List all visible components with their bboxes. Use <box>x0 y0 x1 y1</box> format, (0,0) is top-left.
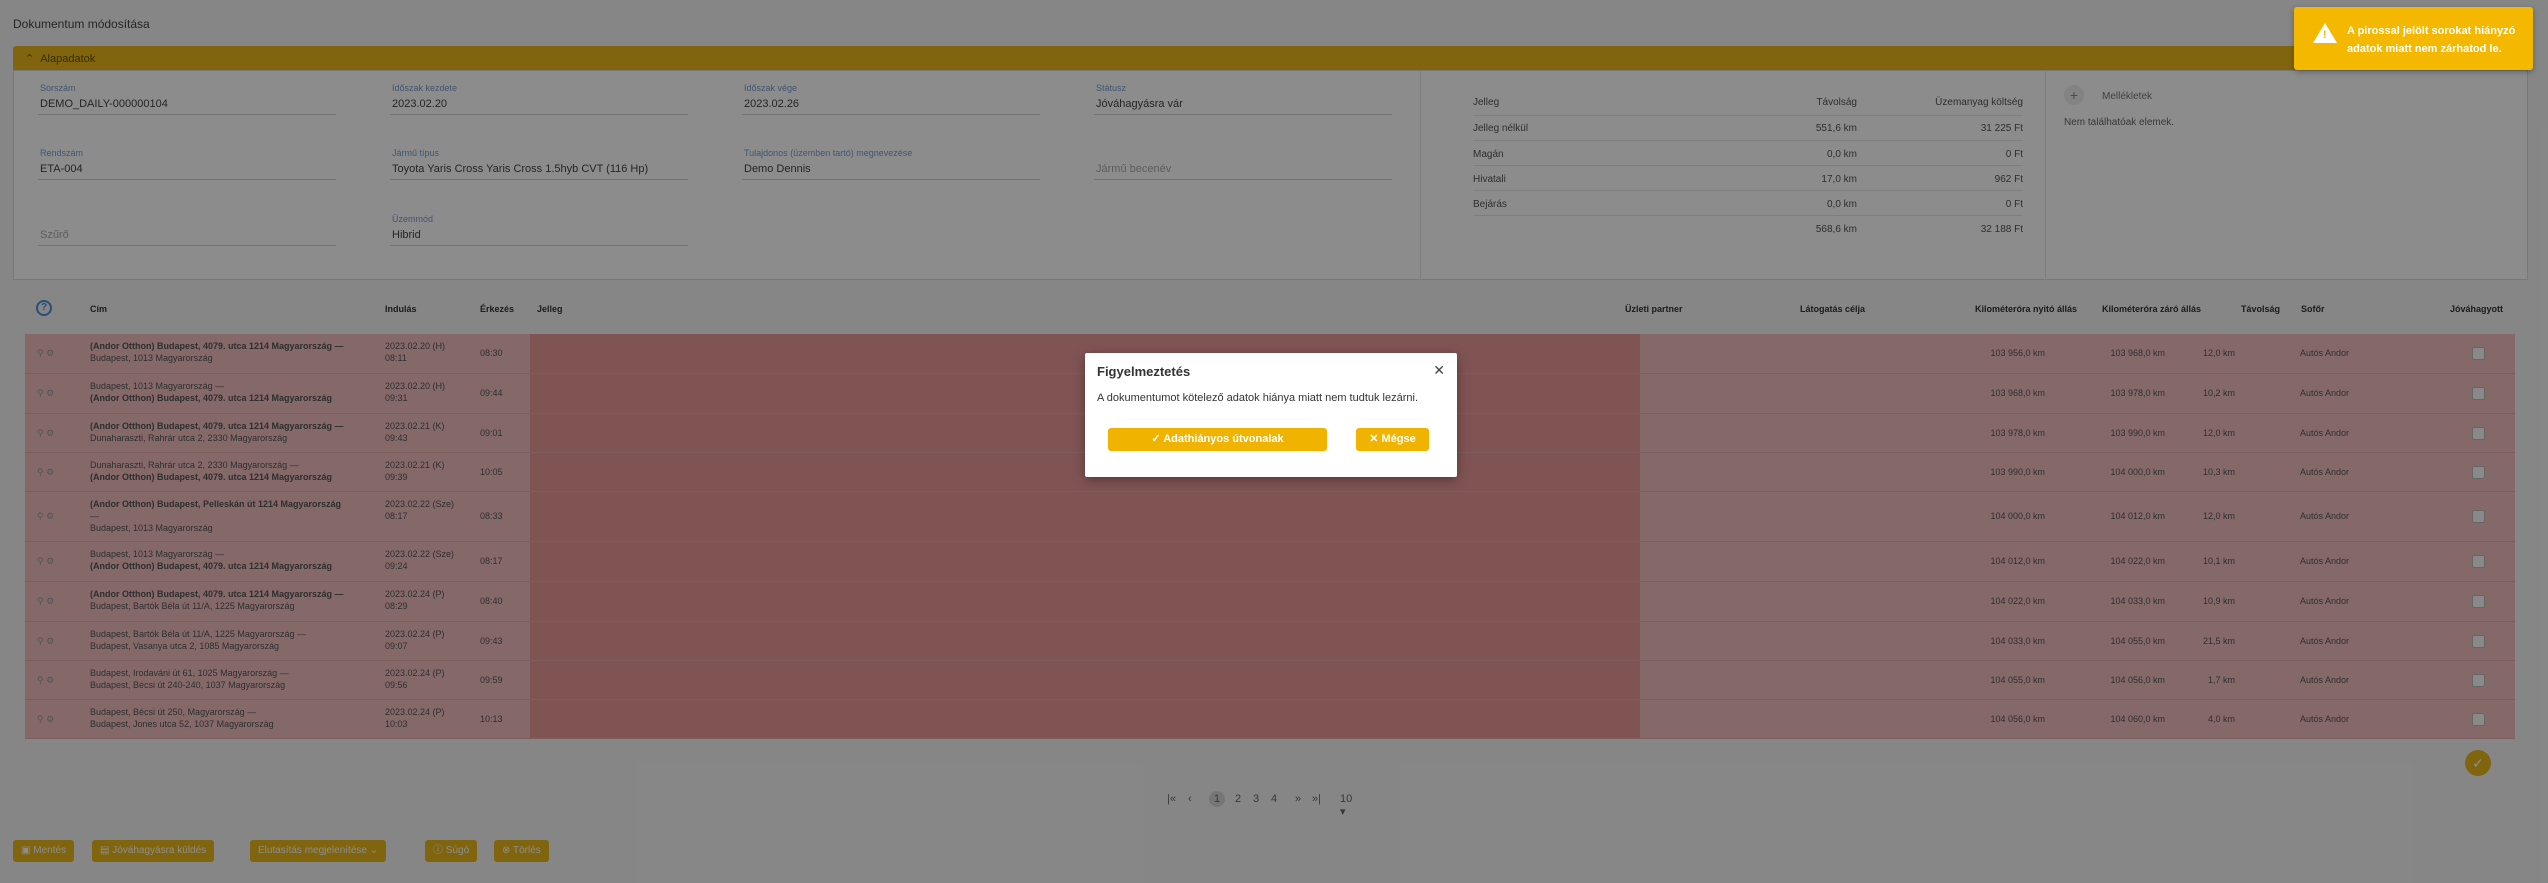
dialog-title: Figyelmeztetés <box>1097 364 1191 379</box>
select-missing-routes-button[interactable]: ✓ Adathiányos útvonalak kiválasztása <box>1108 428 1327 468</box>
toast-message: A pirossal jelölt sorokat hiányzó adatok… <box>2347 25 2516 55</box>
warning-toast[interactable]: ! A pirossal jelölt sorokat hiányzó adat… <box>2294 7 2533 70</box>
cancel-button[interactable]: ✕ Mégse <box>1356 428 1429 451</box>
select-missing-routes-label: Adathiányos útvonalak kiválasztása <box>1163 433 1284 468</box>
warning-icon-mark: ! <box>2323 29 2327 41</box>
dialog-message: A dokumentumot kötelező adatok hiánya mi… <box>1097 392 1419 404</box>
warning-dialog: Figyelmeztetés ✕ A dokumentumot kötelező… <box>1085 353 1457 477</box>
close-icon[interactable]: ✕ <box>1433 362 1445 379</box>
cancel-label: Mégse <box>1381 433 1416 445</box>
check-icon: ✓ <box>1151 433 1164 445</box>
close-icon: ✕ <box>1369 433 1382 445</box>
